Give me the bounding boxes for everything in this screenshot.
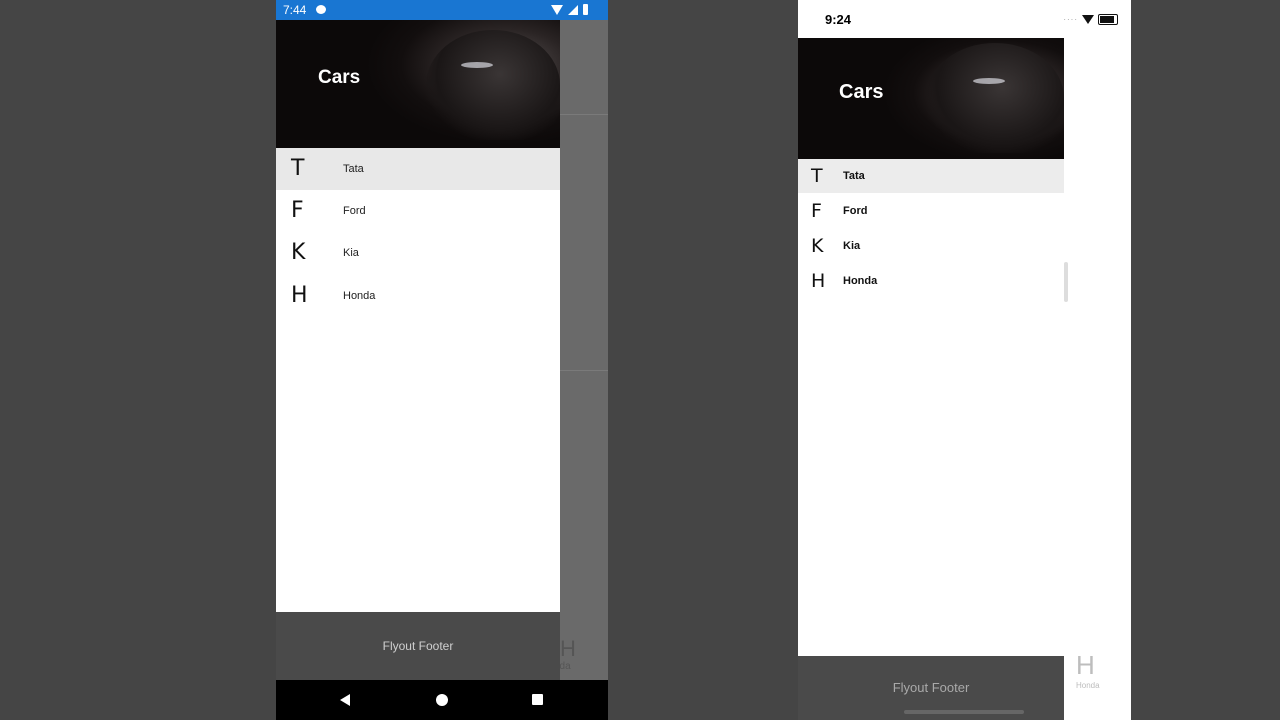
status-icons xyxy=(551,4,588,15)
page-behind-flyout xyxy=(1064,262,1068,302)
flyout-item-ford[interactable]: F Ford xyxy=(798,194,1064,228)
divider xyxy=(560,370,608,371)
tata-letter-icon: T xyxy=(811,165,823,187)
flyout-item-honda[interactable]: H Honda xyxy=(276,275,560,317)
flyout-item-label: Ford xyxy=(843,205,868,217)
cell-signal-icon: ···· xyxy=(1063,15,1078,24)
flyout-header: Cars xyxy=(276,20,560,148)
ghost-item-icon: H xyxy=(560,636,576,661)
tata-letter-icon: T xyxy=(291,156,305,181)
status-time: 7:44 xyxy=(283,3,307,17)
ghost-item-label: Honda xyxy=(1076,681,1100,690)
ghost-item-icon: H xyxy=(1076,650,1095,680)
battery-icon xyxy=(1098,14,1118,25)
flyout-item-tata[interactable]: T Tata xyxy=(798,159,1064,193)
flyout-header: Cars xyxy=(798,38,1064,159)
flyout-footer: Flyout Footer xyxy=(276,612,560,680)
flyout-item-kia[interactable]: K Kia xyxy=(798,229,1064,263)
flyout-menu: Cars T Tata F Ford K Kia H Honda Flyout … xyxy=(276,20,560,680)
page-behind-flyout: H nda xyxy=(554,20,608,680)
flyout-header-title: Cars xyxy=(318,67,361,88)
ford-letter-icon: F xyxy=(291,198,304,223)
flyout-menu: Cars T Tata F Ford K Kia H Honda Flyout … xyxy=(798,38,1064,720)
flyout-item-label: Ford xyxy=(343,205,366,217)
recent-apps-icon[interactable] xyxy=(532,694,543,705)
car-headlight xyxy=(461,62,493,68)
home-icon[interactable] xyxy=(436,694,448,706)
car-image xyxy=(926,43,1064,153)
flyout-item-ford[interactable]: F Ford xyxy=(276,190,560,232)
divider xyxy=(560,114,608,115)
honda-letter-icon: H xyxy=(291,283,308,308)
ios-status-bar: 9:24 ···· xyxy=(798,0,1131,38)
flyout-item-label: Honda xyxy=(843,275,878,287)
status-icons: ···· xyxy=(1063,14,1118,25)
kia-letter-icon: K xyxy=(811,235,824,257)
android-navigation-bar xyxy=(276,680,608,720)
flyout-item-honda[interactable]: H Honda xyxy=(798,264,1064,298)
cell-signal-icon xyxy=(568,4,578,15)
ios-device-screen: 9:24 ···· H Honda Cars T Tata F Ford K K… xyxy=(798,0,1131,720)
home-indicator[interactable] xyxy=(904,710,1024,714)
flyout-item-tata[interactable]: T Tata xyxy=(276,148,560,190)
flyout-item-label: Kia xyxy=(343,247,359,259)
wifi-icon xyxy=(551,4,563,15)
flyout-item-kia[interactable]: K Kia xyxy=(276,232,560,274)
car-image xyxy=(426,30,560,140)
status-time: 9:24 xyxy=(825,12,852,27)
honda-letter-icon: H xyxy=(811,270,826,292)
android-device-screen: 7:44 H nda Cars T Tata F Ford K Kia H Ho… xyxy=(276,0,608,720)
wifi-icon xyxy=(1082,15,1094,24)
battery-icon xyxy=(583,4,588,15)
flyout-header-title: Cars xyxy=(839,81,884,103)
android-status-bar: 7:44 xyxy=(276,0,608,20)
car-headlight xyxy=(973,78,1005,84)
flyout-item-label: Honda xyxy=(343,290,376,302)
flyout-item-label: Kia xyxy=(843,240,861,252)
flyout-item-label: Tata xyxy=(343,163,364,175)
ford-letter-icon: F xyxy=(811,200,822,222)
message-notification-icon xyxy=(316,5,326,14)
back-icon[interactable] xyxy=(340,694,350,706)
flyout-item-label: Tata xyxy=(843,170,865,182)
kia-letter-icon: K xyxy=(291,240,306,265)
